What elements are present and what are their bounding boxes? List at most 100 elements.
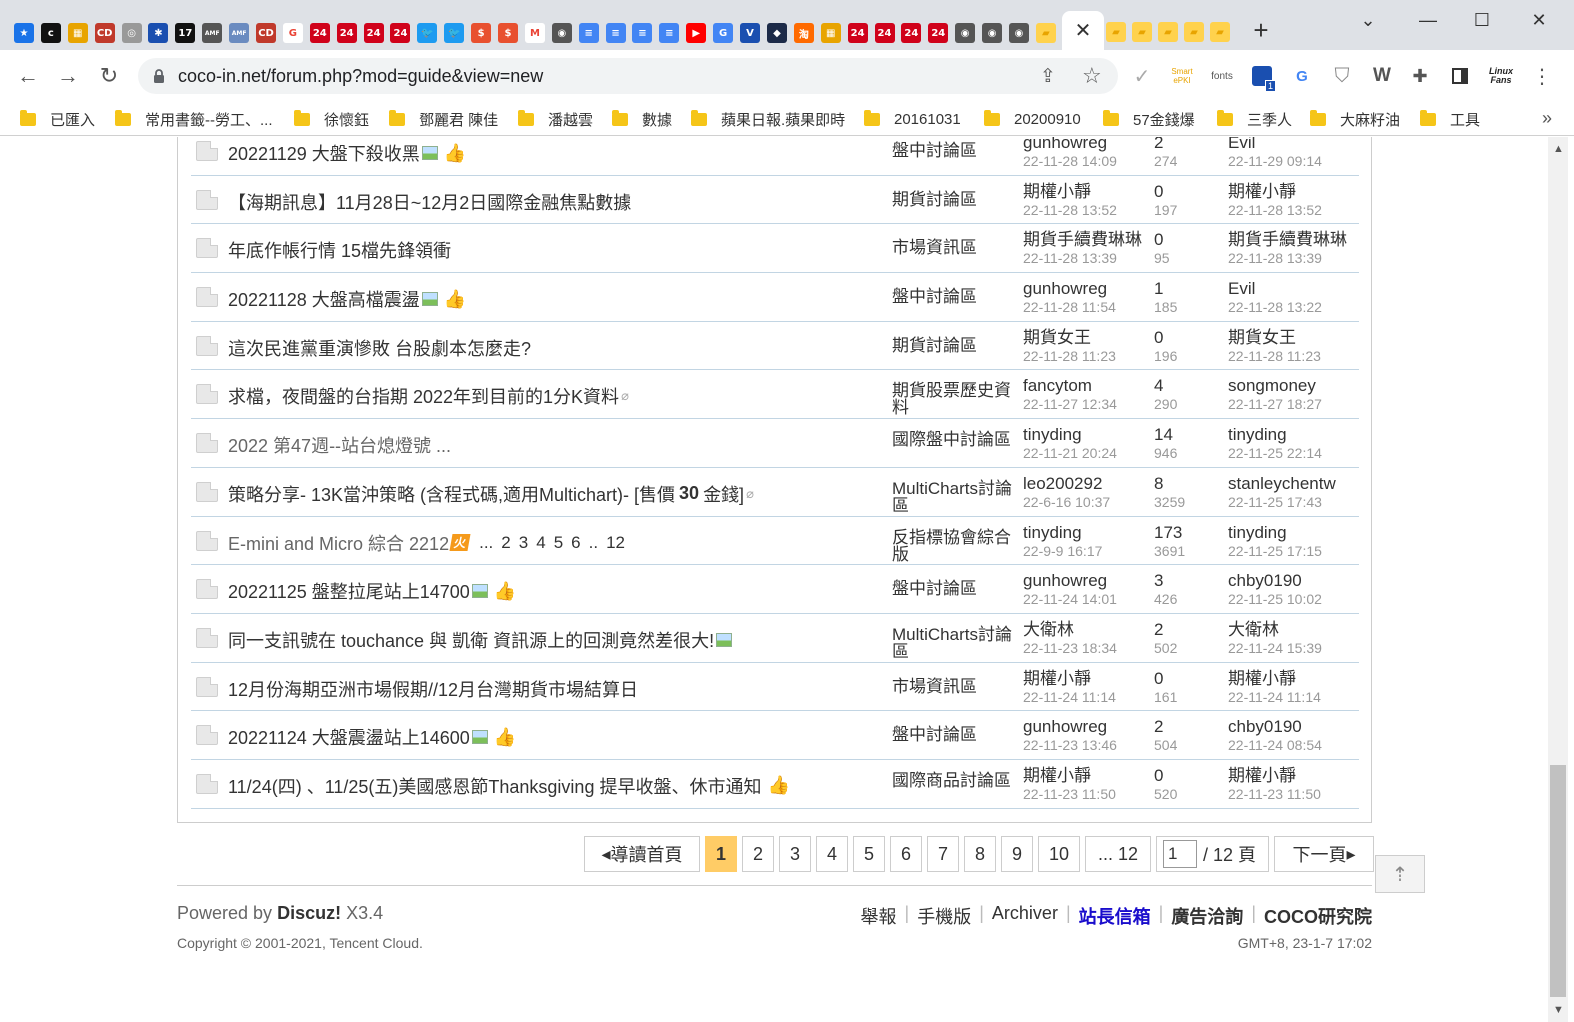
thread-row[interactable]: 這次民進黨重演慘敗 台股劇本怎麼走? 期貨討論區 期貨女王 22-11-28 11:2… [191, 322, 1359, 371]
thread-row[interactable]: 20221125 盤整拉尾站上14700 👍 盤中討論區 gunhowreg 22-11… [191, 565, 1359, 614]
menu-kebab-icon[interactable]: ⋮ [1530, 64, 1554, 88]
thread-row[interactable]: 2022 第47週--站台熄燈號 ... 國際盤中討論區 tinyding 22-11… [191, 419, 1359, 468]
shopping-bag-icon[interactable]: $ [471, 23, 492, 43]
thread-author[interactable]: gunhowreg 22-11-28 14:09 [1023, 137, 1153, 170]
last-post-user[interactable]: Evil [1228, 137, 1255, 152]
globe-icon[interactable]: ◉ [955, 23, 976, 43]
thread-board[interactable]: 國際盤中討論區 [892, 431, 1018, 448]
back-to-top-button[interactable]: ⇡ [1375, 855, 1425, 893]
dark-logo-icon[interactable]: ◆ [766, 23, 787, 43]
author-name[interactable]: fancytom [1023, 376, 1092, 395]
red-logo-icon[interactable]: c [40, 23, 61, 43]
guide-home-button[interactable]: ◂ 導讀首頁 [584, 836, 700, 872]
last-post-user[interactable]: chby0190 [1228, 717, 1302, 736]
scroll-down-arrow-icon[interactable]: ▼ [1553, 1004, 1564, 1016]
thread-page-link[interactable]: 2 [501, 533, 510, 552]
url-text[interactable]: coco-in.net/forum.php?mod=guide&view=new [178, 66, 543, 87]
asterisk-logo-icon[interactable]: ✱ [148, 23, 169, 43]
thread-title-text[interactable]: E-mini and Micro 綜合 2212 [228, 530, 449, 556]
bookmark-star-icon[interactable]: ☆ [1082, 63, 1102, 89]
cd2-logo-icon[interactable]: CD [256, 23, 277, 43]
24-logo-icon[interactable]: 24 [390, 23, 411, 43]
thread-title-text[interactable]: 20221129 大盤下殺收黑 [228, 140, 420, 166]
amf-logo-icon[interactable]: AMF [202, 23, 223, 43]
page-link[interactable]: 6 [890, 836, 922, 872]
page-link[interactable]: 5 [853, 836, 885, 872]
last-post-user[interactable]: 期權小靜 [1228, 182, 1296, 201]
forward-arrow-icon[interactable]: → [54, 62, 82, 90]
page-link[interactable]: 4 [816, 836, 848, 872]
thread-last-post[interactable]: chby0190 22-11-24 08:54 [1228, 718, 1358, 754]
thread-author[interactable]: gunhowreg 22-11-28 11:54 [1023, 280, 1153, 316]
last-post-user[interactable]: 期權小靜 [1228, 766, 1296, 785]
tab-search-chevron-icon[interactable]: ⌄ [1356, 8, 1380, 32]
24-logo-icon[interactable]: 24 [928, 23, 949, 43]
thread-row[interactable]: 20221128 大盤高檔震盪 👍 盤中討論區 gunhowreg 22-11-28 1… [191, 273, 1359, 322]
page-link[interactable]: 1 [705, 836, 737, 872]
bookmark-folder[interactable]: 常用書籤--勞工、... [115, 108, 273, 130]
author-name[interactable]: gunhowreg [1023, 571, 1107, 590]
thread-title-text[interactable]: 20221128 大盤高檔震盪 [228, 286, 420, 312]
thread-board[interactable]: 盤中討論區 [892, 142, 1018, 159]
thread-board[interactable]: 市場資訊區 [892, 239, 1018, 256]
last-post-date[interactable]: 22-11-28 11:23 [1228, 347, 1358, 365]
gmail-icon[interactable]: M [524, 23, 545, 43]
thread-title[interactable]: 【海期訊息】11月28日~12月2日國際金融焦點數據 [228, 189, 631, 215]
thread-title[interactable]: 11/24(四) 、11/25(五)美國感恩節Thanksgiving 提早收盤… [228, 773, 790, 799]
list-extension-icon[interactable]: 1 [1250, 64, 1276, 92]
footer-link[interactable]: 廣告洽詢 [1171, 903, 1243, 929]
page-link[interactable]: 8 [964, 836, 996, 872]
thread-row[interactable]: 策略分享- 13K當沖策略 (含程式碼,適用Multichart)- [售價 30… [191, 468, 1359, 517]
page-scrollbar[interactable]: ▲ ▼ [1548, 137, 1568, 1022]
address-bar[interactable]: coco-in.net/forum.php?mod=guide&view=new… [138, 58, 1118, 94]
author-name[interactable]: 大衛林 [1023, 620, 1074, 639]
author-name[interactable]: 期貨女王 [1023, 328, 1091, 347]
thread-folder-icon[interactable] [196, 141, 218, 161]
24-logo-icon[interactable]: 24 [309, 23, 330, 43]
maximize-button[interactable]: ☐ [1470, 8, 1494, 32]
thread-folder-icon[interactable] [196, 579, 218, 600]
last-post-date[interactable]: 22-11-24 15:39 [1228, 639, 1358, 657]
thread-page-link[interactable]: 5 [554, 533, 563, 552]
thread-page-link[interactable]: 12 [606, 533, 625, 552]
bookmark-folder[interactable]: 已匯入 [20, 108, 95, 130]
translate-extension-icon[interactable]: G [1290, 64, 1314, 88]
side-panel-icon[interactable] [1448, 64, 1472, 88]
24-logo-icon[interactable]: 24 [901, 23, 922, 43]
thread-author[interactable]: 期貨手續費琳琳 22-11-28 13:39 [1023, 231, 1153, 267]
thread-board[interactable]: MultiCharts討論區 [892, 480, 1018, 514]
24-logo-icon[interactable]: 24 [336, 23, 357, 43]
thread-title[interactable]: 年底作帳行情 15檔先鋒領衝 [228, 237, 451, 263]
last-post-user[interactable]: stanleychentw [1228, 474, 1336, 493]
thread-author[interactable]: 期權小靜 22-11-28 13:52 [1023, 182, 1153, 219]
circle-logo-icon[interactable]: ◎ [121, 23, 142, 43]
thread-folder-icon[interactable] [196, 384, 218, 405]
bookmark-folder[interactable]: 潘越雲 [518, 108, 593, 130]
thread-row[interactable]: 20221129 大盤下殺收黑 👍 盤中討論區 gunhowreg 22-11-28 1… [191, 137, 1359, 176]
last-post-date[interactable]: 22-11-23 11:50 [1228, 785, 1358, 803]
last-post-user[interactable]: 期權小靜 [1228, 669, 1296, 688]
bookmark-folder[interactable]: 數據 [612, 108, 672, 130]
thread-folder-icon[interactable] [196, 189, 218, 210]
page-link[interactable]: 7 [927, 836, 959, 872]
thread-folder-icon[interactable] [196, 725, 218, 746]
last-post-date[interactable]: 22-11-27 18:27 [1228, 395, 1358, 413]
thread-title-text[interactable]: 年底作帳行情 15檔先鋒領衝 [228, 237, 451, 263]
thread-last-post[interactable]: 期權小靜 22-11-23 11:50 [1228, 766, 1358, 803]
w-extension-icon[interactable]: W [1370, 64, 1394, 88]
translate-icon[interactable]: G [713, 23, 734, 43]
thread-page-link[interactable]: 3 [519, 533, 528, 552]
thread-row[interactable]: 同一支訊號在 touchance 與 凱衛 資訊源上的回測竟然差很大! Multi… [191, 614, 1359, 663]
thread-folder-icon[interactable] [196, 335, 218, 356]
thread-last-post[interactable]: 期貨女王 22-11-28 11:23 [1228, 328, 1358, 365]
twitter-icon[interactable]: 🐦 [444, 23, 465, 43]
thread-last-post[interactable]: Evil 22-11-28 13:22 [1228, 280, 1358, 316]
thread-author[interactable]: 期貨女王 22-11-28 11:23 [1023, 328, 1153, 365]
globe-icon[interactable]: ◉ [551, 23, 572, 43]
last-post-date[interactable]: 22-11-24 11:14 [1228, 688, 1358, 706]
docs-icon[interactable]: ≡ [659, 23, 680, 43]
footer-link[interactable]: 站長信箱 [1079, 903, 1151, 929]
reload-icon[interactable]: ↻ [95, 62, 123, 90]
linux-fans-extension-icon[interactable]: Linux Fans [1486, 64, 1516, 88]
bookmark-folder[interactable]: 蘋果日報.蘋果即時 [691, 108, 845, 130]
